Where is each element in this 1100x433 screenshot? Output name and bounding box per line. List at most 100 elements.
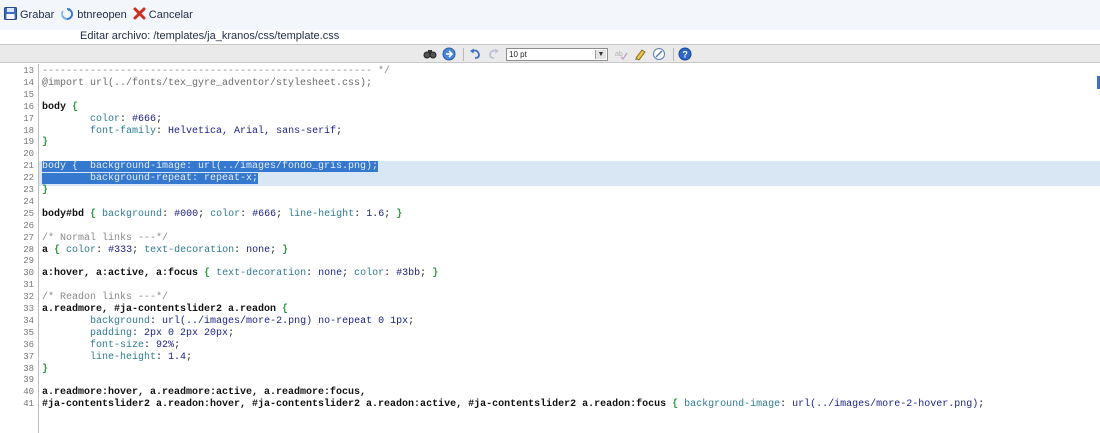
code-text: line-height: 1.4; <box>90 351 193 363</box>
code-line[interactable]: 26 <box>0 221 1100 232</box>
undo-icon[interactable] <box>468 47 482 61</box>
editor-toolbar: 10 pt ▼ ab ? <box>0 44 1100 63</box>
line-number: 21 <box>23 161 34 172</box>
line-number: 29 <box>23 256 34 267</box>
search-icon[interactable] <box>423 47 437 61</box>
code-line[interactable]: 34 background: url(../images/more-2.png)… <box>0 316 1100 327</box>
main-toolbar: Grabar btnreopen Cancelar <box>0 0 1100 30</box>
code-text: font-size: 92%; <box>90 339 181 351</box>
line-number: 20 <box>23 149 34 160</box>
code-line[interactable]: 21 body { background-image: url(../images… <box>0 161 1100 173</box>
code-line[interactable]: 40 a.readmore:hover, a.readmore:active, a… <box>0 387 1100 398</box>
code-text: color: #666; <box>90 113 163 125</box>
code-text: } <box>42 185 49 196</box>
code-line[interactable]: 41 #ja-contentslider2 a.readon:hover, #ja… <box>0 399 1100 410</box>
code-line[interactable]: 30 a:hover, a:active, a:focus { text-deco… <box>0 268 1100 279</box>
line-number: 17 <box>23 113 34 124</box>
code-text: @import url(../fonts/tex_gyre_adventor/s… <box>42 77 373 89</box>
line-number: 37 <box>23 351 34 362</box>
code-line[interactable]: 22 background-repeat: repeat-x; <box>0 173 1100 185</box>
save-button[interactable]: Grabar <box>4 7 54 23</box>
highlight-icon[interactable] <box>633 47 647 61</box>
code-line[interactable]: 28 a { color: #333; text-decoration: none… <box>0 245 1100 256</box>
line-number: 26 <box>23 220 34 231</box>
code-line[interactable]: 24 <box>0 197 1100 208</box>
code-text: a:hover, a:active, a:focus { text-decora… <box>42 268 439 280</box>
code-line[interactable]: 27 /* Normal links ---*/ <box>0 233 1100 244</box>
code-line[interactable]: 15 <box>0 90 1100 101</box>
code-line[interactable]: 37 line-height: 1.4; <box>0 352 1100 363</box>
code-text: /* Normal links ---*/ <box>42 232 169 244</box>
code-editor[interactable]: 13 --------------------------------------… <box>0 64 1100 433</box>
reopen-label: btnreopen <box>77 9 127 21</box>
code-line[interactable]: 33 a.readmore, #ja-contentslider2 a.reado… <box>0 304 1100 315</box>
selected-text: body { background-image: url(../images/f… <box>42 161 379 173</box>
code-line[interactable]: 19} <box>0 137 1100 148</box>
code-line[interactable]: 18 font-family: Helvetica, Arial, sans-s… <box>0 126 1100 137</box>
line-number: 35 <box>23 327 34 338</box>
help-icon[interactable]: ? <box>678 47 692 61</box>
line-number: 40 <box>23 387 34 398</box>
code-line[interactable]: 29 <box>0 256 1100 267</box>
code-text: body#bd { background: #000; color: #666;… <box>42 208 403 220</box>
replace-icon[interactable] <box>442 47 456 61</box>
reopen-icon <box>60 7 77 24</box>
line-number: 22 <box>23 173 34 184</box>
chevron-down-icon: ▼ <box>595 49 606 59</box>
cancel-label: Cancelar <box>148 9 193 21</box>
code-text: font-family: Helvetica, Arial, sans-seri… <box>90 125 343 137</box>
line-number: 16 <box>23 101 34 112</box>
line-number: 36 <box>23 339 34 350</box>
page-title: Editar archivo: /templates/ja_kranos/css… <box>80 30 340 42</box>
editor-toolbar-buttons: 10 pt ▼ ab ? <box>423 46 697 62</box>
code-line[interactable]: 17 color: #666; <box>0 114 1100 125</box>
line-number: 18 <box>23 125 34 136</box>
editor-title-row: Editar archivo: /templates/ja_kranos/css… <box>0 30 1100 44</box>
code-text: /* Readon links ---*/ <box>42 292 169 304</box>
code-text: body { background-image: url(../images/f… <box>42 161 379 173</box>
code-text: #ja-contentslider2 a.readon:hover, #ja-c… <box>42 399 985 411</box>
cancel-icon <box>133 7 149 23</box>
selected-text: background-repeat: repeat-x; <box>42 173 259 185</box>
code-line[interactable]: 25 body#bd { background: #000; color: #66… <box>0 209 1100 220</box>
code-line[interactable]: 13 --------------------------------------… <box>0 66 1100 77</box>
line-number: 23 <box>23 185 34 195</box>
toolbar-separator <box>463 47 464 61</box>
toolbar-separator <box>673 47 674 61</box>
redo-icon[interactable] <box>487 47 501 61</box>
line-number: 27 <box>23 232 34 243</box>
code-line[interactable]: 39 <box>0 375 1100 386</box>
line-number: 15 <box>23 89 34 100</box>
code-text: body { <box>42 101 79 113</box>
file-editor-window: Grabar btnreopen Cancelar Editar archivo… <box>0 0 1100 433</box>
line-number: 24 <box>23 196 34 207</box>
code-text: a.readmore, #ja-contentslider2 a.readon … <box>42 304 289 315</box>
code-line[interactable]: 16 body { <box>0 102 1100 113</box>
code-line[interactable]: 38} <box>0 364 1100 375</box>
reopen-button[interactable]: btnreopen <box>60 7 127 24</box>
code-line[interactable]: 20 <box>0 149 1100 160</box>
reset-icon[interactable] <box>652 47 666 61</box>
code-line[interactable]: 36 font-size: 92%; <box>0 340 1100 351</box>
line-number: 39 <box>23 375 34 386</box>
code-line[interactable]: 32 /* Readon links ---*/ <box>0 292 1100 303</box>
code-text: } <box>42 137 49 149</box>
line-number: 14 <box>23 77 34 88</box>
line-number: 30 <box>23 268 34 279</box>
code-line[interactable]: 23} <box>0 185 1100 196</box>
code-line[interactable]: 14 @import url(../fonts/tex_gyre_adventor… <box>0 78 1100 89</box>
font-size-value: 10 pt <box>509 49 527 59</box>
spellcheck-icon[interactable]: ab <box>614 47 628 61</box>
cancel-button[interactable]: Cancelar <box>133 7 193 23</box>
code-text: a.readmore:hover, a.readmore:active, a.r… <box>42 387 367 399</box>
code-text: } <box>42 363 49 375</box>
code-line[interactable]: 31 <box>0 280 1100 291</box>
line-number: 25 <box>23 208 34 219</box>
line-number: 41 <box>23 399 34 410</box>
font-size-select[interactable]: 10 pt ▼ <box>506 47 608 61</box>
line-number: 28 <box>23 244 34 255</box>
line-number: 34 <box>23 315 34 326</box>
code-line[interactable]: 35 padding: 2px 0 2px 20px; <box>0 328 1100 339</box>
code-text: ----------------------------------------… <box>42 66 391 77</box>
line-number: 19 <box>23 137 34 148</box>
